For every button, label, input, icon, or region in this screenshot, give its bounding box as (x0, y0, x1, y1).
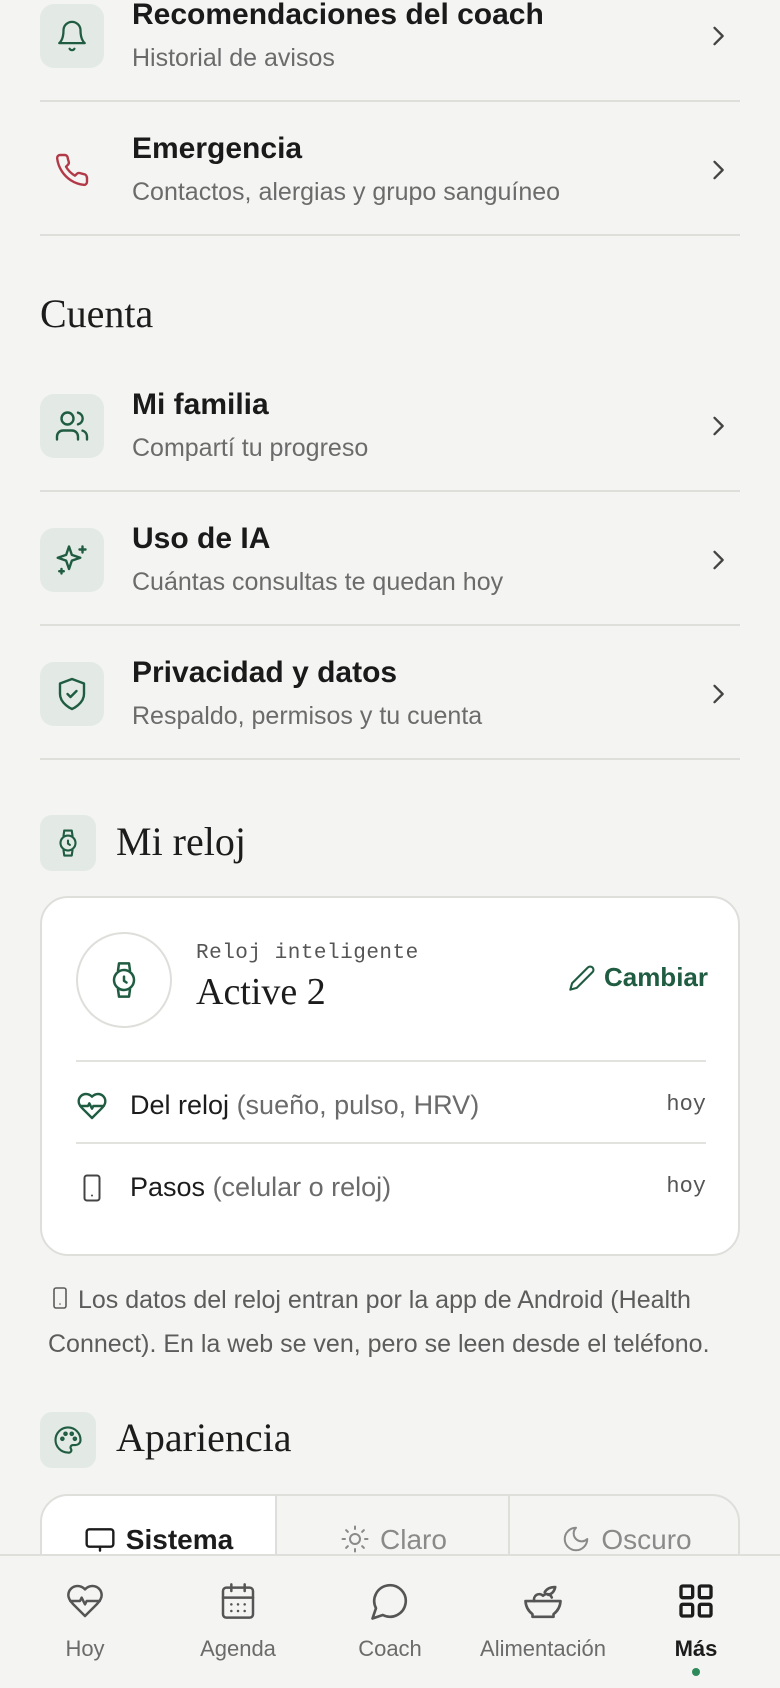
moon-icon (564, 1526, 589, 1552)
sun-icon (341, 1525, 369, 1553)
nav-item-more[interactable]: Más (618, 1556, 774, 1688)
divider (76, 1060, 706, 1062)
ai-usage-row[interactable]: Uso de IA Cuántas consultas te quedan ho… (40, 492, 740, 626)
watch-note-text: Los datos del reloj entran por la app de… (48, 1286, 710, 1358)
row-subtitle: Contactos, alergias y grupo sanguíneo (132, 178, 561, 206)
row-title: Uso de IA (132, 522, 271, 555)
chevron-right-icon (713, 550, 724, 570)
source-detail: (celular o reloj) (212, 1172, 392, 1202)
phone-icon (40, 138, 104, 202)
source-updated: hoy (666, 1174, 706, 1199)
source-detail: (sueño, pulso, HRV) (236, 1090, 480, 1120)
palette-icon (40, 1412, 96, 1468)
watch-card: Reloj inteligente Active 2 Cambiar Del r… (40, 896, 740, 1256)
monitor-icon (85, 1528, 115, 1552)
theme-option-system[interactable]: Sistema (42, 1496, 275, 1556)
coach-recommendations-row[interactable]: Recomendaciones del coach Historial de a… (40, 0, 740, 102)
row-title: Privacidad y datos (132, 656, 398, 689)
row-subtitle: Compartí tu progreso (132, 434, 369, 462)
source-row-steps: Pasos (celular o reloj) hoy (76, 1158, 706, 1218)
row-title: Emergencia (132, 132, 303, 165)
nav-item-food[interactable]: Alimentación (465, 1556, 621, 1688)
row-title: Mi familia (132, 388, 269, 421)
nav-label: Coach (358, 1636, 422, 1661)
settings-content: Recomendaciones del coach Historial de a… (0, 0, 780, 1556)
theme-option-label: Oscuro (601, 1524, 692, 1555)
phone-device-icon (48, 1283, 72, 1324)
theme-selector: Sistema Claro Oscuro (40, 1494, 740, 1556)
chevron-right-icon (713, 160, 724, 180)
bottom-nav: Hoy Agenda Coach Alimentación Más (0, 1554, 780, 1688)
heart-pulse-icon (76, 1090, 108, 1122)
theme-option-label: Sistema (125, 1524, 234, 1555)
row-subtitle: Respaldo, permisos y tu cuenta (132, 702, 483, 730)
nav-item-hoy[interactable]: Hoy (7, 1556, 163, 1688)
bell-icon (40, 4, 104, 68)
chat-bubble-icon (369, 1578, 411, 1624)
users-icon (40, 394, 104, 458)
watch-icon (76, 932, 172, 1028)
nav-label: Alimentación (480, 1636, 606, 1661)
section-title-watch: Mi reloj (116, 819, 246, 864)
chevron-right-icon (713, 416, 724, 436)
nav-item-coach[interactable]: Coach (312, 1556, 468, 1688)
change-watch-label: Cambiar (603, 962, 708, 992)
theme-option-dark[interactable]: Oscuro (510, 1496, 738, 1556)
family-row[interactable]: Mi familia Compartí tu progreso (40, 358, 740, 492)
salad-bowl-icon (522, 1578, 564, 1624)
sparkles-icon (40, 528, 104, 592)
source-row-watch: Del reloj (sueño, pulso, HRV) hoy (76, 1076, 706, 1136)
nav-label: Más (674, 1636, 718, 1661)
calendar-icon (218, 1578, 258, 1624)
heart-pulse-icon (65, 1578, 105, 1624)
watch-name: Active 2 (196, 971, 326, 1013)
nav-label: Hoy (65, 1636, 105, 1661)
change-watch-button[interactable]: Cambiar (568, 962, 708, 993)
watch-note: Los datos del reloj entran por la app de… (48, 1280, 738, 1365)
pencil-icon (569, 965, 595, 991)
source-main: Del reloj (130, 1090, 230, 1120)
theme-option-label: Claro (380, 1524, 447, 1555)
chevron-right-icon (713, 26, 724, 46)
emergency-row[interactable]: Emergencia Contactos, alergias y grupo s… (40, 102, 740, 236)
divider (76, 1142, 706, 1144)
privacy-row[interactable]: Privacidad y datos Respaldo, permisos y … (40, 626, 740, 760)
shield-check-icon (40, 662, 104, 726)
phone-device-icon (76, 1172, 108, 1204)
section-title-appearance: Apariencia (116, 1415, 292, 1460)
active-indicator (692, 1668, 700, 1676)
nav-label: Agenda (200, 1636, 276, 1661)
watch-label: Reloj inteligente (196, 942, 419, 965)
nav-item-agenda[interactable]: Agenda (160, 1556, 316, 1688)
source-updated: hoy (666, 1092, 706, 1117)
theme-option-light[interactable]: Claro (277, 1496, 510, 1556)
row-title: Recomendaciones del coach (132, 0, 544, 31)
source-main: Pasos (130, 1172, 206, 1202)
row-subtitle: Cuántas consultas te quedan hoy (132, 568, 504, 596)
section-title-account: Cuenta (40, 291, 154, 336)
chevron-right-icon (713, 684, 724, 704)
watch-icon (40, 815, 96, 871)
row-subtitle: Historial de avisos (132, 44, 335, 72)
grid-icon (676, 1578, 716, 1624)
